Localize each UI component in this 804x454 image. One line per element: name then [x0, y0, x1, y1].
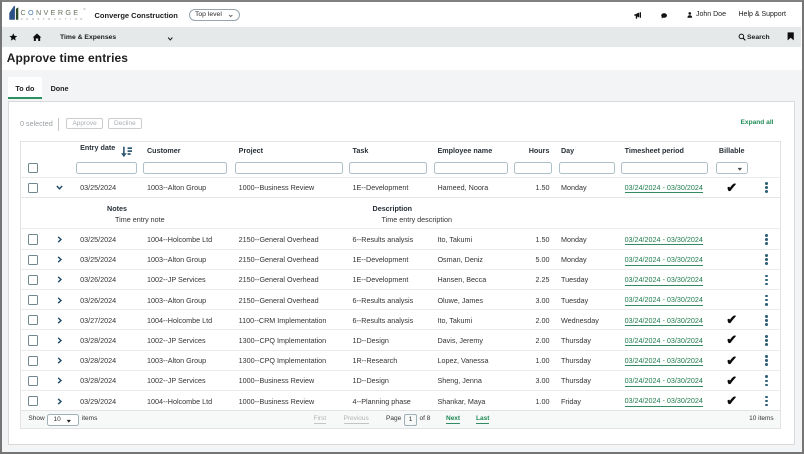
svg-text:CONSTRUCTION: CONSTRUCTION — [21, 17, 86, 21]
svg-text:™: ™ — [83, 8, 86, 12]
svg-text:CONVERGE: CONVERGE — [21, 8, 81, 17]
